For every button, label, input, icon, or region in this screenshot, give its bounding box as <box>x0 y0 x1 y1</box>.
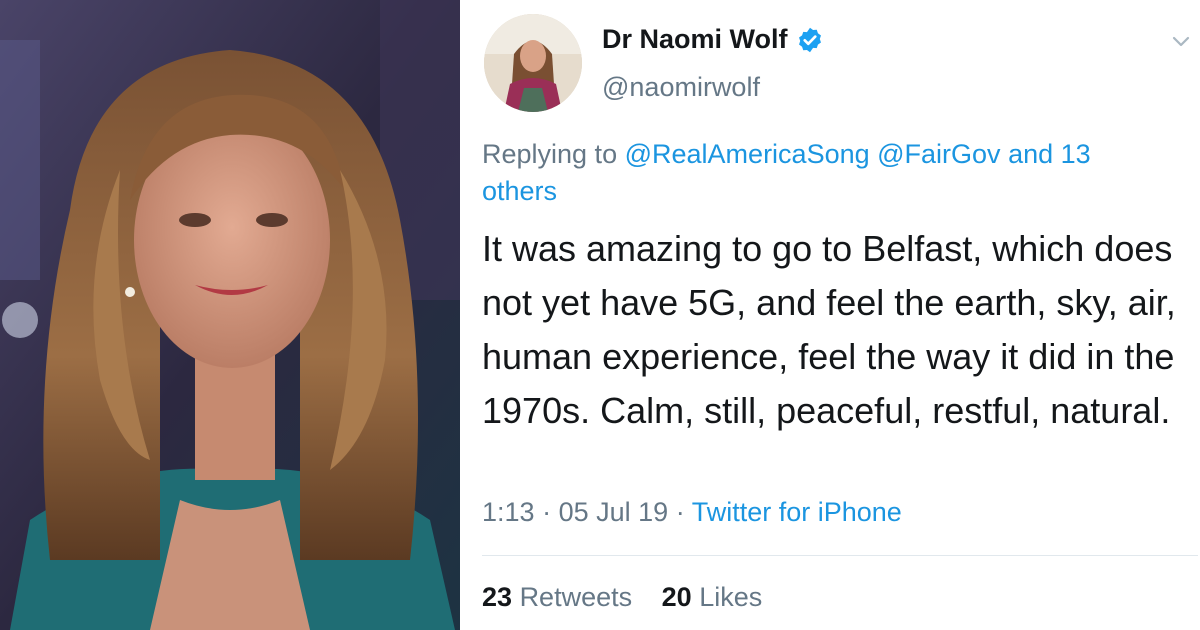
tweet-time[interactable]: 1:13 <box>482 497 535 527</box>
chevron-down-icon[interactable] <box>1170 30 1192 52</box>
display-name[interactable]: Dr Naomi Wolf <box>602 24 824 55</box>
meta-dot: · <box>542 497 552 527</box>
reply-prefix: Replying to <box>482 139 618 169</box>
retweets-label: Retweets <box>519 582 633 612</box>
tweet-text: It was amazing to go to Belfast, which d… <box>482 228 1176 431</box>
display-name-text: Dr Naomi Wolf <box>602 24 788 54</box>
user-handle[interactable]: @naomirwolf <box>602 72 760 103</box>
likes-label: Likes <box>699 582 763 612</box>
tweet-meta: 1:13 · 05 Jul 19 · Twitter for iPhone <box>482 497 902 528</box>
tweet-stats: 23 Retweets 20 Likes <box>482 582 784 613</box>
reply-mentions-link[interactable]: @RealAmericaSong @FairGov <box>625 139 1001 169</box>
meta-dot: · <box>675 497 685 527</box>
retweets-stat[interactable]: 23 Retweets <box>482 582 632 612</box>
divider-line <box>482 555 1198 556</box>
avatar[interactable] <box>484 14 582 112</box>
retweets-count: 23 <box>482 582 513 612</box>
portrait-photo <box>0 0 460 630</box>
tweet-source-link[interactable]: Twitter for iPhone <box>692 497 902 527</box>
tweet-date[interactable]: 05 Jul 19 <box>559 497 669 527</box>
likes-count: 20 <box>661 582 692 612</box>
reply-context: Replying to @RealAmericaSong @FairGov an… <box>482 136 1142 210</box>
likes-stat[interactable]: 20 Likes <box>662 582 763 612</box>
screenshot-frame: Dr Naomi Wolf @naomirwolf Replying to @R… <box>0 0 1200 630</box>
tweet-card: Dr Naomi Wolf @naomirwolf Replying to @R… <box>464 0 1200 630</box>
verified-badge-icon <box>796 26 824 54</box>
